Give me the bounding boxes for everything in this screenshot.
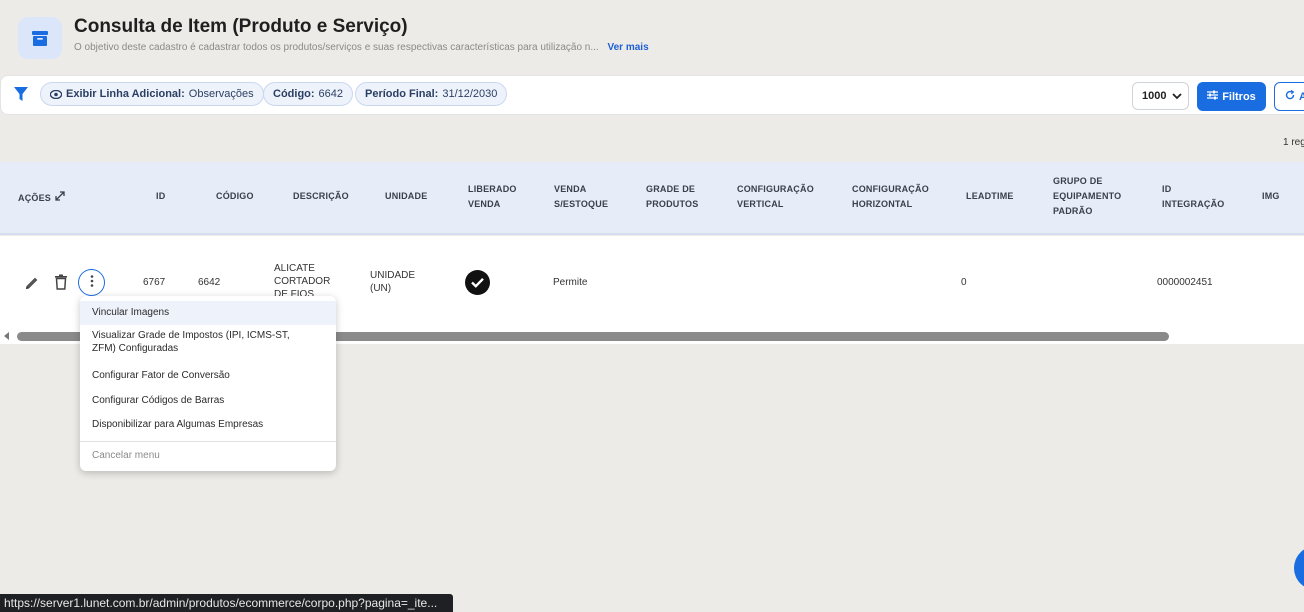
expand-icon[interactable] — [55, 191, 65, 206]
header-line: EQUIPAMENTO — [1053, 191, 1122, 201]
header-unidade[interactable]: UNIDADE — [385, 189, 427, 204]
edit-icon[interactable] — [23, 274, 41, 292]
sliders-icon — [1207, 90, 1219, 103]
archive-box-icon — [18, 17, 62, 59]
header-line: HORIZONTAL — [852, 199, 913, 209]
atualizar-button[interactable]: A — [1274, 82, 1304, 111]
header-line: INTEGRAÇÃO — [1162, 199, 1225, 209]
more-actions-button[interactable] — [78, 269, 105, 296]
chip-label: Período Final: — [365, 88, 439, 100]
chip-value: Observações — [188, 88, 254, 100]
eye-icon — [50, 89, 62, 99]
cell-id-integracao: 0000002451 — [1157, 277, 1213, 288]
header-line: GRADE DE — [646, 184, 696, 194]
menu-item-vincular-imagens[interactable]: Vincular Imagens — [80, 301, 336, 325]
cell-venda-sem-estoque: Permite — [553, 277, 588, 288]
filter-bar: Exibir Linha Adicional: Observações Códi… — [0, 75, 1304, 115]
trash-icon[interactable] — [52, 273, 70, 291]
header-codigo[interactable]: CÓDIGO — [216, 189, 254, 204]
cell-descricao: ALICATE CORTADOR DE FIOS — [274, 262, 330, 299]
menu-item-disponibilizar-empresas[interactable]: Disponibilizar para Algumas Empresas — [80, 418, 336, 431]
more-vertical-icon — [90, 274, 94, 292]
header-id[interactable]: ID — [156, 189, 165, 204]
chip-label: Código: — [273, 88, 315, 100]
header-line: ID — [1162, 184, 1172, 194]
header-label: AÇÕES — [18, 193, 52, 203]
header-acoes: AÇÕES — [18, 191, 65, 206]
menu-item-visualizar-grade-impostos[interactable]: Visualizar Grade de Impostos (IPI, ICMS-… — [80, 329, 336, 355]
header-line: CONFIGURAÇÃO — [852, 184, 929, 194]
refresh-icon — [1285, 89, 1295, 103]
page-description: O objetivo deste cadastro é cadastrar to… — [74, 42, 649, 53]
cell-line: CORTADOR — [274, 276, 331, 287]
filter-chip-linha-adicional[interactable]: Exibir Linha Adicional: Observações — [40, 82, 264, 106]
filter-chip-codigo[interactable]: Código: 6642 — [263, 82, 354, 106]
cell-id: 6767 — [143, 277, 166, 288]
header-line: VENDA — [554, 184, 587, 194]
header-configuracao-horizontal[interactable]: CONFIGURAÇÃO HORIZONTAL — [852, 182, 929, 212]
scroll-left-arrow-icon[interactable] — [4, 332, 9, 340]
chevron-down-icon — [1172, 91, 1182, 104]
header-line: CONFIGURAÇÃO — [737, 184, 814, 194]
header-line: PADRÃO — [1053, 206, 1093, 216]
cell-codigo: 6642 — [198, 277, 221, 288]
cell-line: (UN) — [370, 283, 392, 294]
chip-value: 6642 — [318, 88, 344, 100]
filtros-label: Filtros — [1222, 90, 1256, 103]
header-configuracao-vertical[interactable]: CONFIGURAÇÃO VERTICAL — [737, 182, 814, 212]
page-title: Consulta de Item (Produto e Serviço) — [74, 16, 408, 37]
cell-unidade: UNIDADE (UN) — [370, 269, 415, 295]
check-circle-icon — [465, 270, 490, 295]
header-img[interactable]: IMG — [1262, 189, 1280, 204]
chip-label: Exibir Linha Adicional: — [66, 88, 185, 100]
table-header: AÇÕES ID CÓDIGO DESCRIÇÃO UNIDADE LIBERA… — [0, 162, 1304, 235]
page-size-value: 1000 — [1142, 90, 1167, 102]
actions-context-menu: Vincular Imagens Visualizar Grade de Imp… — [80, 296, 336, 471]
header-line: PRODUTOS — [646, 199, 699, 209]
records-count: 1 regi — [1283, 137, 1304, 148]
menu-divider — [80, 441, 336, 442]
header-venda-sem-estoque[interactable]: VENDA S/ESTOQUE — [554, 182, 608, 212]
filter-icon[interactable] — [14, 86, 30, 104]
menu-item-cancelar[interactable]: Cancelar menu — [80, 449, 336, 462]
description-text: O objetivo deste cadastro é cadastrar to… — [74, 42, 599, 53]
menu-item-fator-conversao[interactable]: Configurar Fator de Conversão — [80, 369, 336, 382]
atualizar-label: A — [1299, 90, 1304, 103]
header-descricao[interactable]: DESCRIÇÃO — [293, 189, 349, 204]
menu-item-line: ZFM) Configuradas — [92, 343, 179, 354]
header-line: GRUPO DE — [1053, 176, 1103, 186]
page-size-select[interactable]: 1000 — [1132, 82, 1189, 110]
header-id-integracao[interactable]: ID INTEGRAÇÃO — [1162, 182, 1225, 212]
filtros-button[interactable]: Filtros — [1197, 82, 1266, 111]
header-line: VENDA — [468, 199, 501, 209]
chip-value: 31/12/2030 — [442, 88, 498, 100]
cell-line: UNIDADE — [370, 270, 416, 281]
header-line: VERTICAL — [737, 199, 784, 209]
menu-item-line: Visualizar Grade de Impostos (IPI, ICMS-… — [92, 330, 290, 341]
cell-leadtime: 0 — [961, 277, 967, 288]
menu-item-codigos-barras[interactable]: Configurar Códigos de Barras — [80, 394, 336, 407]
cell-line: ALICATE — [274, 263, 315, 274]
header-grade-produtos[interactable]: GRADE DE PRODUTOS — [646, 182, 698, 212]
status-bar-url: https://server1.lunet.com.br/admin/produ… — [0, 594, 453, 612]
floating-action-button[interactable] — [1294, 546, 1304, 590]
header-liberado-venda[interactable]: LIBERADO VENDA — [468, 182, 517, 212]
ver-mais-link[interactable]: Ver mais — [607, 42, 648, 53]
header-leadtime[interactable]: LEADTIME — [966, 189, 1014, 204]
header-line: LIBERADO — [468, 184, 517, 194]
header-line: S/ESTOQUE — [554, 199, 609, 209]
page-header: Consulta de Item (Produto e Serviço) O o… — [0, 0, 1304, 70]
filter-chip-periodo-final[interactable]: Período Final: 31/12/2030 — [355, 82, 508, 106]
header-grupo-equipamento[interactable]: GRUPO DE EQUIPAMENTO PADRÃO — [1053, 174, 1121, 219]
